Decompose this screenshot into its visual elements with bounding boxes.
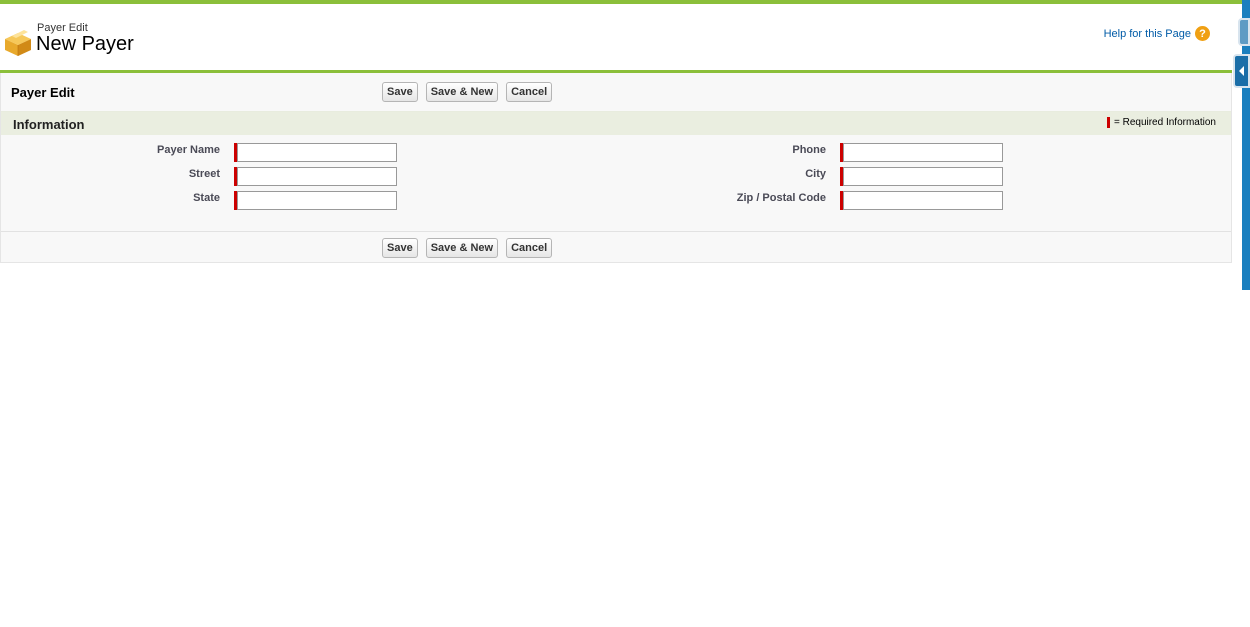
required-legend: = Required Information [1106, 117, 1216, 128]
top-button-row: Save Save & New Cancel [382, 82, 553, 102]
required-indicator-icon [1106, 117, 1110, 128]
payer-box-icon [5, 30, 31, 56]
zip-label: Zip / Postal Code [736, 192, 826, 204]
section-title: Information [13, 117, 85, 132]
phone-input[interactable] [843, 143, 1003, 162]
section-divider [1, 231, 1231, 232]
sidebar-top-tab[interactable] [1238, 18, 1250, 46]
zip-field [840, 191, 1003, 210]
question-icon[interactable]: ? [1195, 26, 1210, 41]
city-field [840, 167, 1003, 186]
street-field [234, 167, 397, 186]
street-input[interactable] [237, 167, 397, 186]
phone-label: Phone [792, 144, 826, 156]
help-link[interactable]: Help for this Page ? [1104, 26, 1210, 41]
payer-name-input[interactable] [237, 143, 397, 162]
help-link-text[interactable]: Help for this Page [1104, 28, 1191, 40]
state-input[interactable] [237, 191, 397, 210]
chevron-left-icon [1239, 66, 1244, 76]
city-label: City [805, 168, 826, 180]
page-title: New Payer [36, 33, 134, 55]
save-and-new-button[interactable]: Save & New [425, 238, 499, 258]
required-legend-text: = Required Information [1113, 117, 1216, 128]
save-button[interactable]: Save [382, 238, 418, 258]
save-and-new-button[interactable]: Save & New [425, 82, 499, 102]
street-label: Street [188, 168, 220, 180]
cancel-button[interactable]: Cancel [506, 82, 553, 102]
page-header: Payer Edit New Payer Help for this Page … [0, 4, 1232, 72]
cancel-button[interactable]: Cancel [506, 238, 553, 258]
payer-name-field [234, 143, 397, 162]
bottom-button-row: Save Save & New Cancel [382, 238, 553, 258]
payer-edit-panel: Payer Edit Save Save & New Cancel Inform… [0, 73, 1232, 263]
information-section-header: Information = Required Information [1, 111, 1231, 135]
sidebar-collapse-tab[interactable] [1233, 54, 1250, 88]
state-field [234, 191, 397, 210]
phone-field [840, 143, 1003, 162]
edit-panel-title: Payer Edit [11, 85, 75, 100]
city-input[interactable] [843, 167, 1003, 186]
save-button[interactable]: Save [382, 82, 418, 102]
zip-input[interactable] [843, 191, 1003, 210]
state-label: State [193, 192, 220, 204]
payer-name-label: Payer Name [157, 144, 220, 156]
